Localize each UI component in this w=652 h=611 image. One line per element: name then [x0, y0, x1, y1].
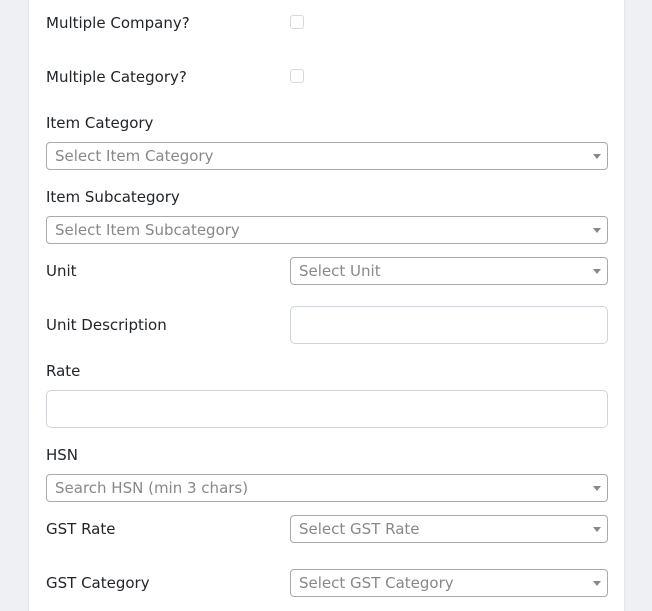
- item-subcategory-placeholder: Select Item Subcategory: [55, 221, 240, 239]
- gst-rate-placeholder: Select GST Rate: [299, 520, 420, 538]
- multiple-company-label: Multiple Company?: [46, 14, 190, 32]
- caret-down-icon: [593, 486, 601, 491]
- item-form-card: Multiple Company? Multiple Category? Ite…: [28, 0, 625, 611]
- item-category-placeholder: Select Item Category: [55, 147, 214, 165]
- unit-description-label: Unit Description: [46, 316, 167, 334]
- rate-label: Rate: [46, 362, 81, 380]
- caret-down-icon: [593, 581, 601, 586]
- multiple-category-label: Multiple Category?: [46, 68, 187, 86]
- rate-input[interactable]: [46, 390, 608, 428]
- gst-rate-select[interactable]: Select GST Rate: [290, 515, 608, 543]
- item-category-label: Item Category: [46, 114, 154, 132]
- hsn-label: HSN: [46, 446, 79, 464]
- hsn-select[interactable]: Search HSN (min 3 chars): [46, 474, 608, 502]
- unit-select[interactable]: Select Unit: [290, 257, 608, 285]
- unit-placeholder: Select Unit: [299, 262, 381, 280]
- gst-category-label: GST Category: [46, 574, 150, 592]
- gst-rate-label: GST Rate: [46, 520, 116, 538]
- multiple-company-checkbox[interactable]: [290, 15, 304, 29]
- unit-description-input[interactable]: [290, 306, 608, 344]
- hsn-placeholder: Search HSN (min 3 chars): [55, 479, 249, 497]
- unit-label: Unit: [46, 262, 77, 280]
- item-subcategory-label: Item Subcategory: [46, 188, 180, 206]
- item-subcategory-select[interactable]: Select Item Subcategory: [46, 216, 608, 244]
- caret-down-icon: [593, 269, 601, 274]
- multiple-category-checkbox[interactable]: [290, 69, 304, 83]
- caret-down-icon: [593, 228, 601, 233]
- item-category-select[interactable]: Select Item Category: [46, 142, 608, 170]
- gst-category-select[interactable]: Select GST Category: [290, 569, 608, 597]
- caret-down-icon: [593, 527, 601, 532]
- gst-category-placeholder: Select GST Category: [299, 574, 454, 592]
- caret-down-icon: [593, 154, 601, 159]
